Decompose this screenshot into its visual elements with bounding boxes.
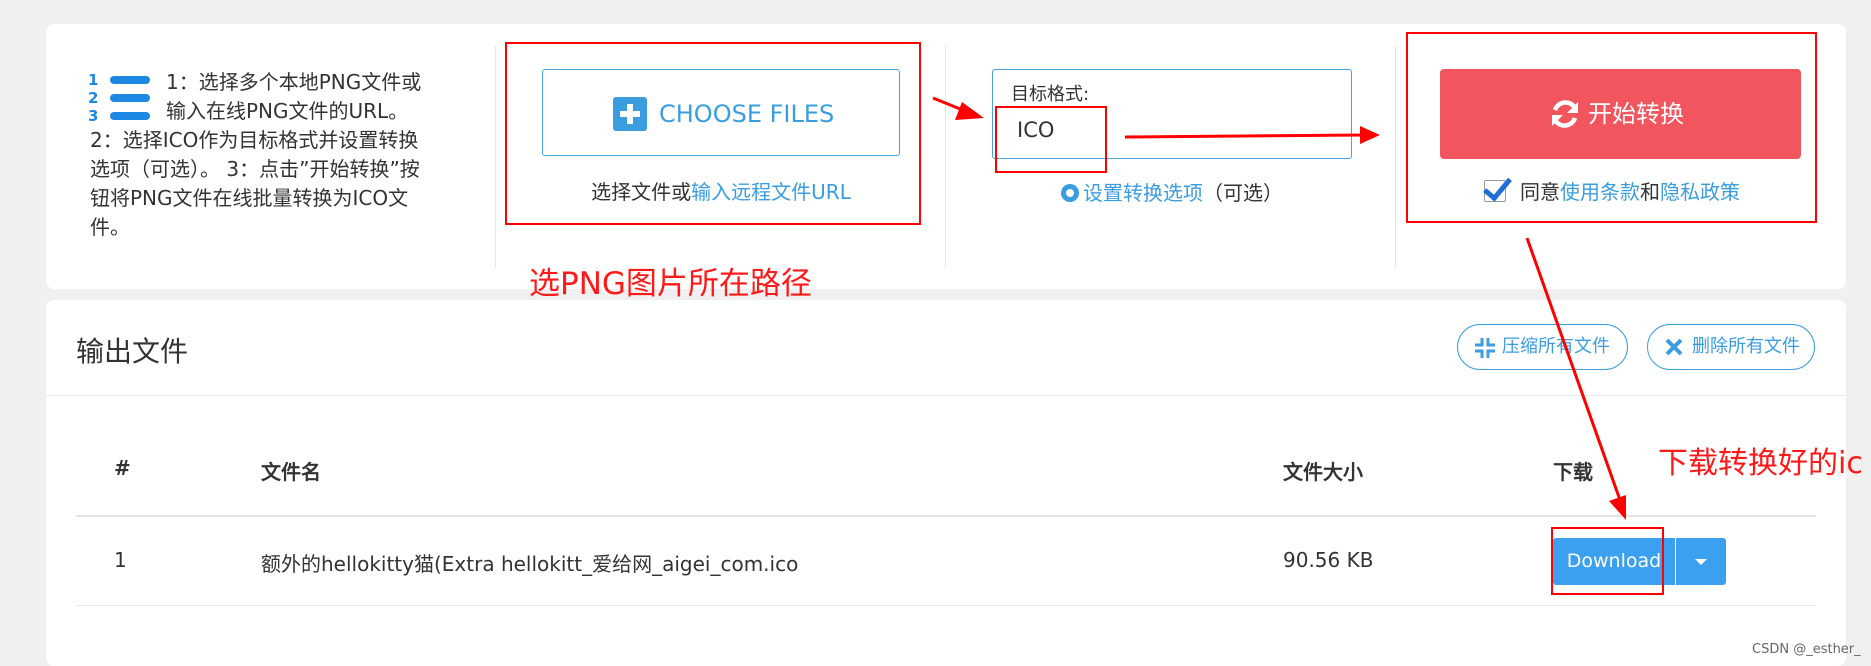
optional-text: （可选） (1203, 181, 1283, 205)
target-format-label: 目标格式: (1011, 84, 1090, 105)
annotation-box-format (995, 106, 1107, 173)
divider (76, 605, 1816, 606)
download-options-caret-icon[interactable] (1676, 538, 1726, 585)
close-icon (1665, 338, 1683, 356)
annotation-path-note: 选PNG图片所在路径 (529, 266, 812, 302)
output-title: 输出文件 (76, 335, 189, 368)
step-text: 1：选择多个本地PNG文件或 (166, 70, 422, 94)
delete-all-label: 删除所有文件 (1692, 336, 1800, 357)
column-header-size: 文件大小 (1283, 460, 1363, 484)
gear-icon[interactable] (1061, 184, 1079, 202)
annotation-box-convert (1406, 32, 1817, 223)
divider (945, 46, 946, 268)
annotation-box-upload (505, 42, 921, 225)
step-number: 2 (88, 89, 99, 107)
column-header-download: 下载 (1553, 460, 1593, 484)
compress-icon (1475, 338, 1495, 358)
divider (495, 46, 496, 268)
delete-all-button[interactable]: 删除所有文件 (1647, 324, 1815, 370)
step-text: 件。 (90, 215, 130, 239)
settings-line: 设置转换选项（可选） (992, 177, 1352, 206)
step-text: 选项（可选）。 3：点击”开始转换”按 (90, 157, 420, 181)
row-index: 1 (114, 548, 127, 572)
compress-all-button[interactable]: 压缩所有文件 (1457, 324, 1628, 370)
annotation-download-note: 下载转换好的ic (1658, 446, 1863, 481)
step-text: 输入在线PNG文件的URL。 (166, 99, 409, 123)
step-number: 3 (88, 107, 99, 125)
step-text: 钮将PNG文件在线批量转换为ICO文 (90, 186, 409, 210)
steps-list-icon: 1 2 3 (88, 72, 152, 126)
column-header-filename: 文件名 (261, 460, 321, 484)
row-size: 90.56 KB (1283, 548, 1374, 572)
compress-all-label: 压缩所有文件 (1502, 336, 1610, 357)
divider (76, 515, 1816, 517)
row-filename: 额外的hellokitty猫(Extra hellokitt_爱给网_aigei… (261, 552, 799, 576)
divider (1395, 46, 1396, 268)
step-number: 1 (88, 71, 99, 89)
divider (46, 395, 1846, 396)
step-text: 2：选择ICO作为目标格式并设置转换 (90, 128, 419, 152)
watermark: CSDN @_esther_ (1752, 642, 1861, 657)
annotation-box-download (1551, 527, 1664, 595)
output-panel: 输出文件 压缩所有文件 删除所有文件 # 文件名 文件大小 下载 1 额外的he… (46, 300, 1846, 666)
conversion-settings-link[interactable]: 设置转换选项 (1083, 181, 1203, 205)
column-header-index: # (114, 456, 131, 480)
